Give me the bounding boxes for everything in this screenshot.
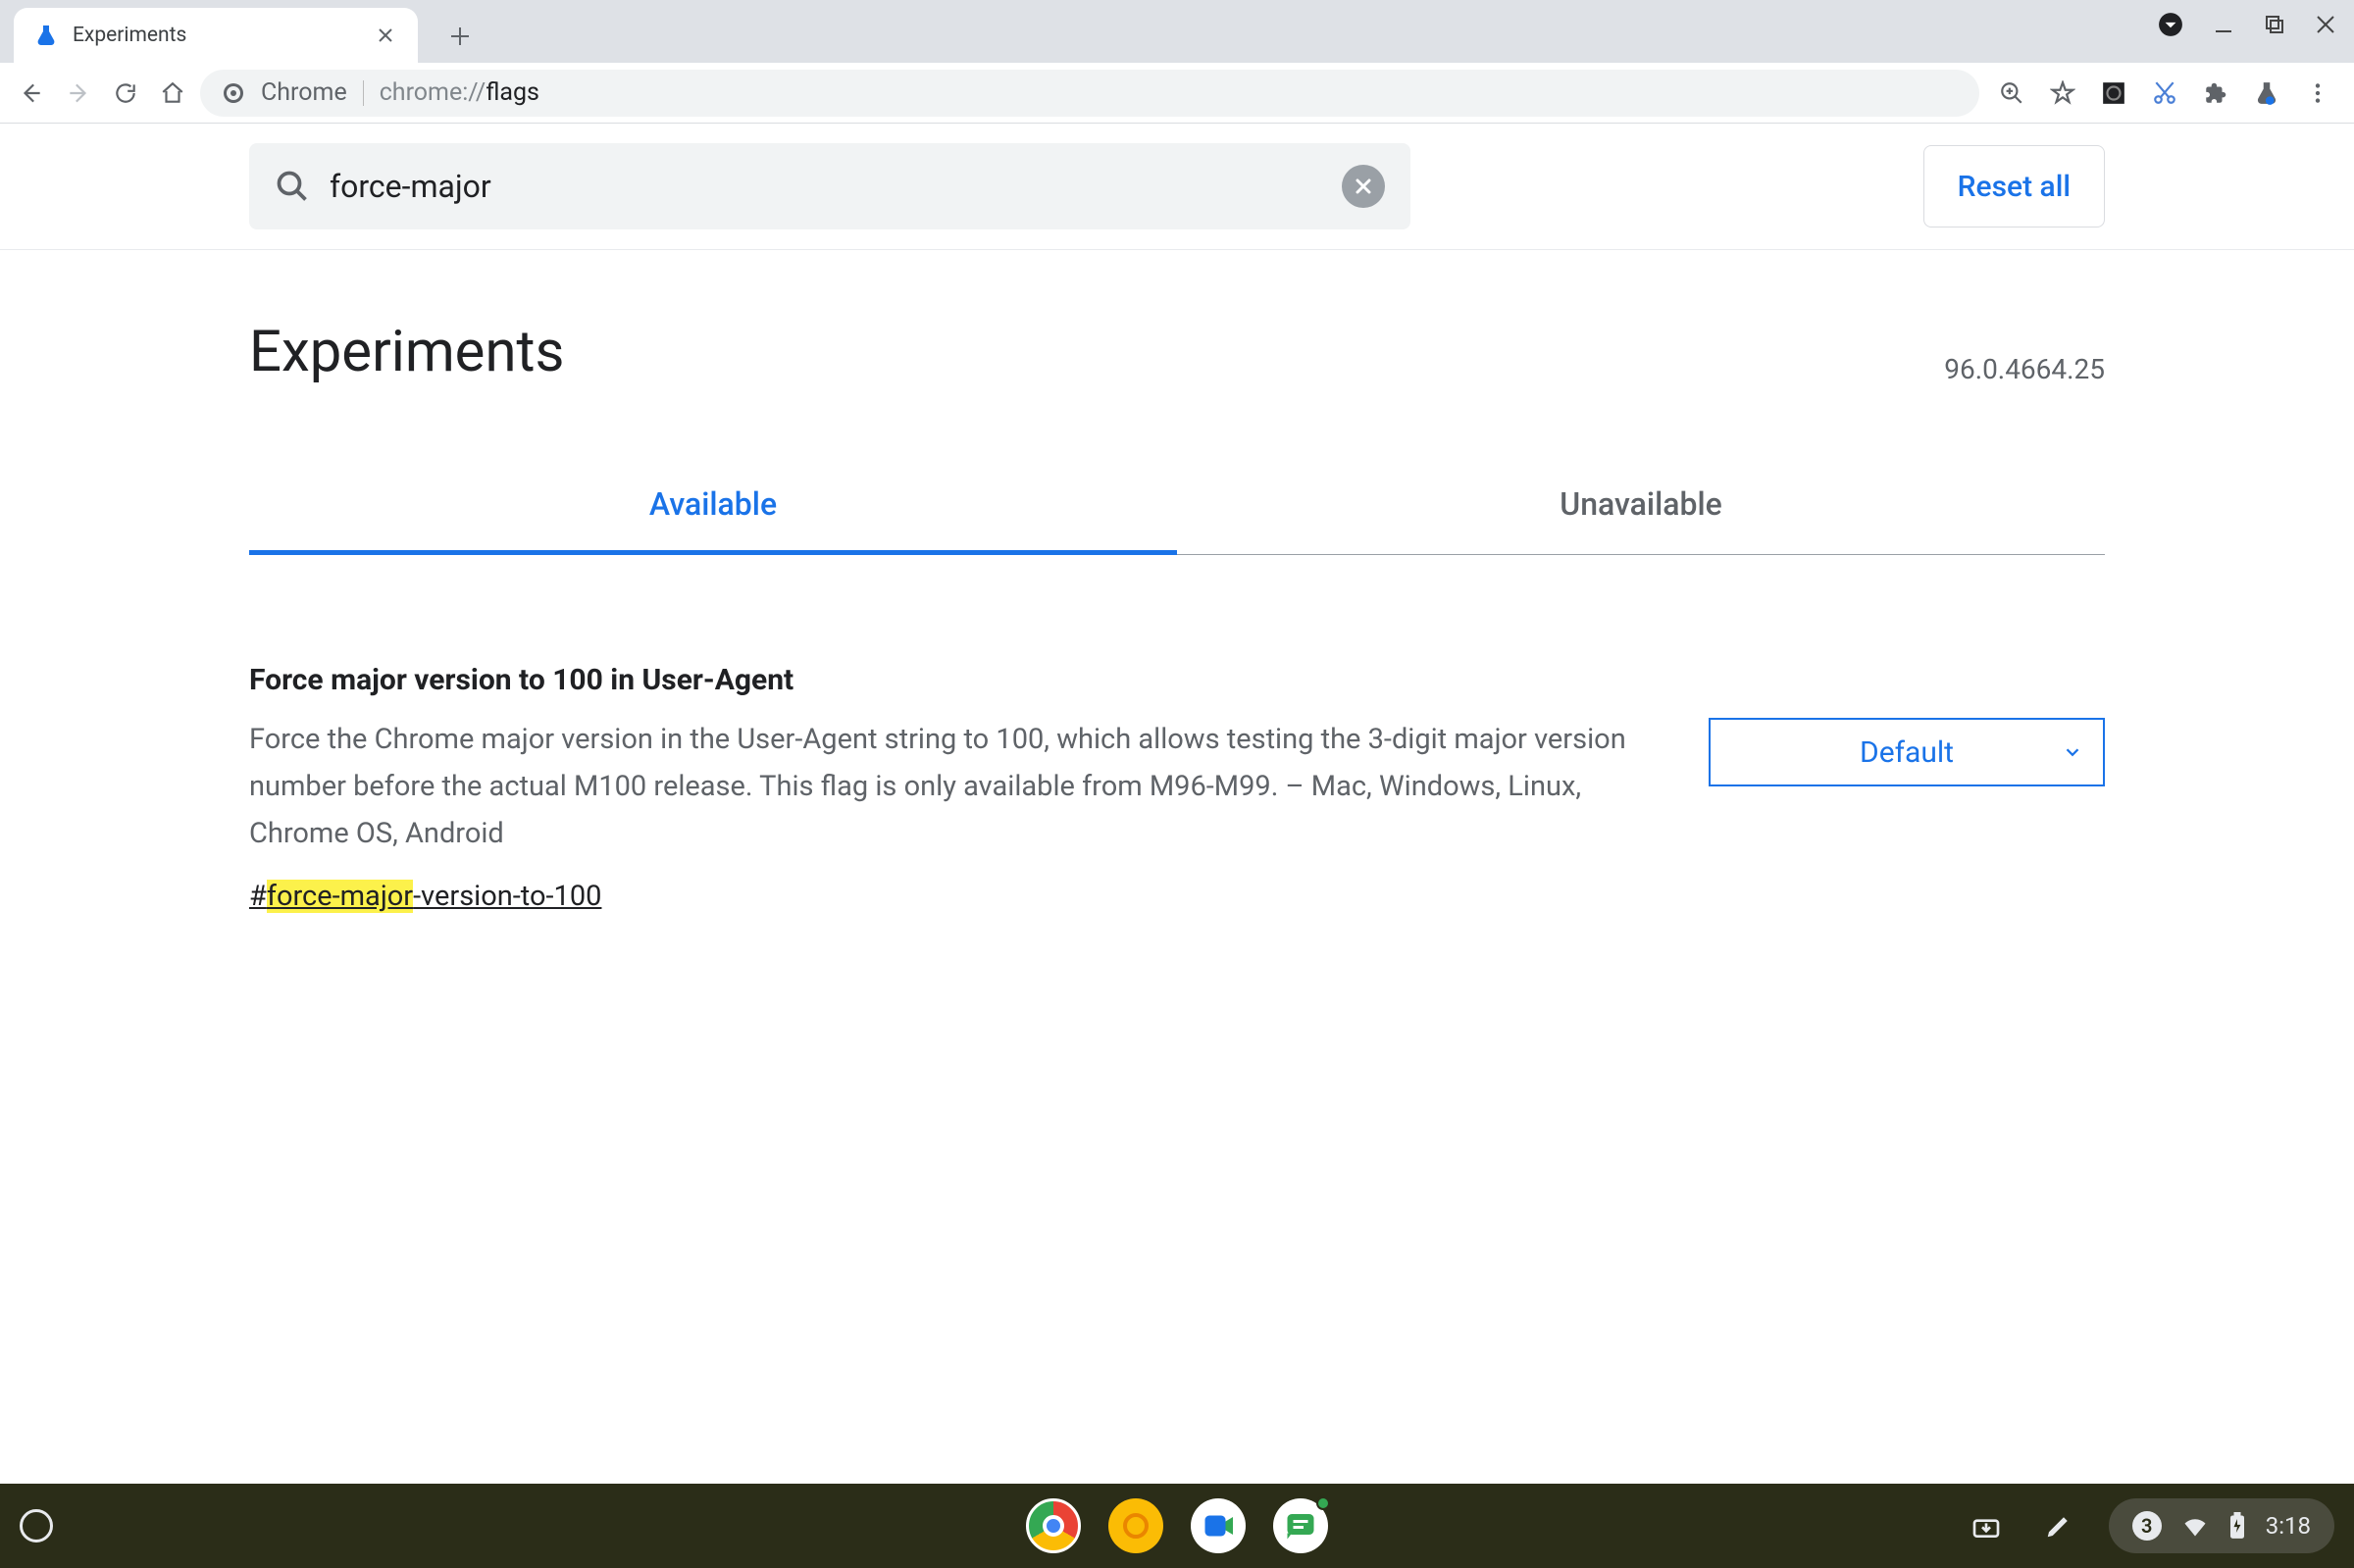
search-input[interactable]: [330, 168, 1322, 205]
duo-app-icon[interactable]: [1191, 1498, 1246, 1553]
window-controls: [2158, 12, 2336, 37]
forward-button[interactable]: [59, 74, 98, 113]
close-tab-icon[interactable]: [373, 23, 398, 48]
toolbar: Chrome chrome://flags: [0, 63, 2354, 124]
search-box: [249, 143, 1410, 229]
flag-text-block: Force major version to 100 in User-Agent…: [249, 663, 1650, 913]
site-info-icon[interactable]: [222, 81, 245, 105]
page-content: Reset all Experiments 96.0.4664.25 Avail…: [0, 124, 2354, 913]
stylus-tray-icon[interactable]: [2036, 1503, 2081, 1548]
menu-icon[interactable]: [2301, 76, 2334, 110]
minimize-icon[interactable]: [2213, 14, 2234, 35]
tab-unavailable[interactable]: Unavailable: [1177, 485, 2105, 554]
flask-extension-icon[interactable]: [2250, 76, 2283, 110]
flag-description: Force the Chrome major version in the Us…: [249, 717, 1650, 858]
page-title: Experiments: [249, 319, 564, 385]
extension-icon-scissors[interactable]: [2148, 76, 2181, 110]
chevron-down-icon: [2062, 741, 2083, 763]
tab-available[interactable]: Available: [249, 485, 1177, 554]
tab-strip: Experiments: [0, 0, 2354, 63]
version-label: 96.0.4664.25: [1944, 353, 2105, 385]
search-icon: [275, 169, 310, 204]
notification-badge: 3: [2132, 1511, 2162, 1541]
back-button[interactable]: [12, 74, 51, 113]
omnibox-origin: Chrome: [261, 78, 347, 107]
zoom-icon[interactable]: [1995, 76, 2028, 110]
flag-title: Force major version to 100 in User-Agent: [249, 663, 1650, 697]
battery-icon: [2228, 1512, 2246, 1540]
launcher-button[interactable]: [20, 1509, 53, 1543]
tote-tray-icon[interactable]: [1964, 1503, 2009, 1548]
close-window-icon[interactable]: [2315, 14, 2336, 35]
flag-entry: Force major version to 100 in User-Agent…: [249, 663, 2105, 913]
bookmark-star-icon[interactable]: [2046, 76, 2079, 110]
highlight-match: force-major: [267, 880, 413, 913]
omnibox-separator: [363, 80, 364, 106]
omnibox[interactable]: Chrome chrome://flags: [200, 70, 1979, 117]
clear-search-icon[interactable]: [1342, 165, 1385, 208]
page-header: Experiments 96.0.4664.25: [0, 250, 2354, 395]
chrome-app-icon[interactable]: [1026, 1498, 1081, 1553]
wifi-icon: [2181, 1512, 2209, 1540]
search-row: Reset all: [0, 124, 2354, 250]
maximize-icon[interactable]: [2264, 14, 2285, 35]
extension-icon-1[interactable]: [2097, 76, 2130, 110]
flag-tabs: Available Unavailable: [249, 485, 2105, 555]
home-button[interactable]: [153, 74, 192, 113]
tab-title: Experiments: [73, 24, 359, 47]
app-icon-2[interactable]: [1108, 1498, 1163, 1553]
reload-button[interactable]: [106, 74, 145, 113]
messages-app-icon[interactable]: [1273, 1498, 1328, 1553]
extensions-puzzle-icon[interactable]: [2199, 76, 2232, 110]
flag-anchor-link[interactable]: #force-major-version-to-100: [249, 880, 601, 913]
flag-select-value: Default: [1860, 735, 1954, 770]
clock: 3:18: [2266, 1512, 2311, 1540]
omnibox-url: chrome://flags: [380, 78, 539, 107]
status-tray[interactable]: 3 3:18: [2109, 1498, 2334, 1553]
flask-icon: [33, 23, 59, 48]
reset-all-button[interactable]: Reset all: [1923, 145, 2105, 228]
flag-state-select[interactable]: Default: [1709, 718, 2105, 786]
new-tab-button[interactable]: [437, 14, 483, 59]
account-icon[interactable]: [2158, 12, 2183, 37]
browser-tab[interactable]: Experiments: [14, 8, 418, 63]
shelf: 3 3:18: [0, 1484, 2354, 1568]
